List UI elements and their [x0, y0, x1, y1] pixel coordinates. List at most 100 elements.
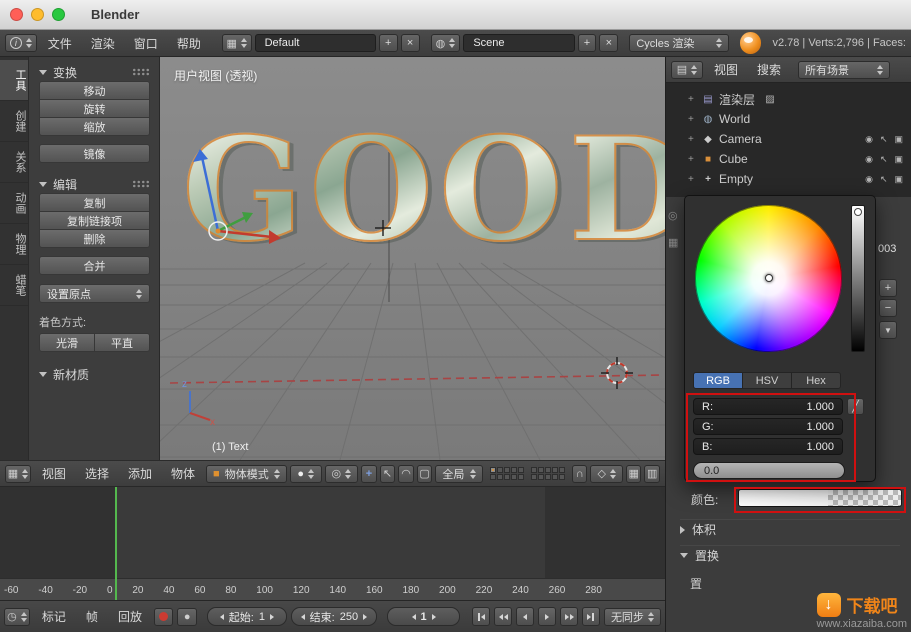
pin-icon[interactable]: ◎: [668, 209, 678, 222]
sync-mode-select[interactable]: 无同步: [604, 608, 661, 626]
visibility-eye-icon[interactable]: ◉: [865, 154, 873, 165]
shelf-tab-physics[interactable]: 物理: [0, 224, 28, 265]
color-field[interactable]: [738, 489, 902, 507]
layout-browse-button[interactable]: ▦: [222, 34, 252, 52]
snap-magnet-button[interactable]: ∩: [572, 465, 588, 483]
slider-blue[interactable]: B: 1.000: [693, 438, 843, 455]
orientation-select[interactable]: 全局: [435, 465, 483, 483]
mirror-button[interactable]: 镜像: [39, 144, 150, 163]
menubar-item-render[interactable]: 渲染: [83, 35, 123, 52]
play-reverse-button[interactable]: [516, 607, 534, 626]
menu-select[interactable]: 选择: [77, 465, 117, 482]
expand-icon[interactable]: +: [688, 174, 697, 185]
manipulator-rotate-button[interactable]: ◠: [398, 465, 414, 483]
record-button[interactable]: [154, 608, 174, 626]
wheel-value-slider[interactable]: 0.0: [693, 462, 845, 479]
manipulator-scale-button[interactable]: ▢: [417, 465, 433, 483]
shelf-tab-create[interactable]: 创建: [0, 101, 28, 142]
layout-name-field[interactable]: Default: [255, 34, 376, 52]
text-object-good[interactable]: GOOD: [182, 119, 665, 261]
editor-type-button-info[interactable]: i: [5, 34, 37, 52]
mode-select[interactable]: ■ 物体模式: [206, 465, 287, 483]
material-slot-remove-button[interactable]: −: [879, 299, 897, 317]
renderability-camera-icon[interactable]: ▣: [894, 134, 903, 145]
layers-widget[interactable]: [490, 467, 565, 480]
scene-delete-button[interactable]: ×: [599, 34, 618, 52]
duplicate-button[interactable]: 复制: [39, 193, 150, 212]
expand-icon[interactable]: +: [688, 154, 697, 165]
shelf-tab-tools[interactable]: 工具: [0, 60, 28, 101]
menu-marker[interactable]: 标记: [34, 608, 74, 625]
menu-view[interactable]: 视图: [34, 465, 74, 482]
outliner-row-cube[interactable]: + ■ Cube ◉ ↖ ▣: [666, 149, 911, 169]
expand-icon[interactable]: +: [688, 94, 697, 105]
frame-end-field[interactable]: 结束: 250: [291, 607, 377, 626]
render-opengl-anim-button[interactable]: ▥: [644, 465, 660, 483]
tab-hex[interactable]: Hex: [791, 372, 841, 389]
panel-header-volume[interactable]: 体积: [680, 519, 900, 539]
value-slider-handle[interactable]: [854, 208, 862, 216]
shade-smooth-button[interactable]: 光滑: [39, 333, 95, 352]
tab-rgb[interactable]: RGB: [693, 372, 743, 389]
prev-keyframe-button[interactable]: [494, 607, 512, 626]
panel-header-transform[interactable]: 变换: [39, 63, 150, 81]
scale-button[interactable]: 缩放: [39, 117, 150, 136]
move-button[interactable]: 移动: [39, 81, 150, 100]
eyedropper-button[interactable]: ╱: [847, 398, 864, 415]
set-origin-menu[interactable]: 设置原点: [39, 284, 150, 303]
timeline[interactable]: -60-40 -200 2040 6080 100120 140160 1802…: [0, 487, 665, 600]
outliner-row-renderlayers[interactable]: + ▤ 渲染层 ▨: [666, 89, 911, 109]
manipulator-cursor-button[interactable]: ↖: [380, 465, 396, 483]
expand-icon[interactable]: +: [688, 114, 697, 125]
menu-outliner-search[interactable]: 搜索: [749, 61, 789, 78]
layout-delete-button[interactable]: ×: [401, 34, 420, 52]
scene-add-button[interactable]: +: [578, 34, 597, 52]
tab-hsv[interactable]: HSV: [742, 372, 792, 389]
slider-red[interactable]: R: 1.000: [693, 398, 843, 415]
timeline-ruler[interactable]: -60-40 -200 2040 6080 100120 140160 1802…: [0, 578, 665, 600]
frame-start-field[interactable]: 起始: 1: [207, 607, 287, 626]
outliner-row-empty[interactable]: + + Empty ◉ ↖ ▣: [666, 169, 911, 189]
viewport-3d[interactable]: GOOD 用户视图 (透视) z x (1) Text: [160, 57, 665, 460]
keying-set-button[interactable]: ●: [177, 608, 197, 626]
panel-icon[interactable]: ▦: [668, 236, 678, 249]
jump-to-end-button[interactable]: [582, 607, 600, 626]
panel-header-new-material[interactable]: 新材质: [39, 365, 150, 383]
editor-type-button-timeline[interactable]: ◷: [4, 608, 30, 626]
value-slider[interactable]: [851, 205, 865, 352]
menubar-item-file[interactable]: 文件: [40, 35, 80, 52]
scene-browse-button[interactable]: ◍: [431, 34, 461, 52]
shelf-tab-animation[interactable]: 动画: [0, 183, 28, 224]
menubar-item-help[interactable]: 帮助: [169, 35, 209, 52]
color-wheel-handle[interactable]: [765, 274, 773, 282]
current-frame-field[interactable]: 1: [387, 607, 460, 626]
jump-to-start-button[interactable]: [472, 607, 490, 626]
join-button[interactable]: 合并: [39, 256, 150, 275]
panel-header-displacement[interactable]: 置换: [680, 545, 900, 565]
panel-header-edit[interactable]: 编辑: [39, 175, 150, 193]
outliner-row-world[interactable]: + ◍ World: [666, 109, 911, 129]
menubar-item-window[interactable]: 窗口: [126, 35, 166, 52]
visibility-eye-icon[interactable]: ◉: [865, 174, 873, 185]
renderability-camera-icon[interactable]: ▣: [894, 174, 903, 185]
selectability-cursor-icon[interactable]: ↖: [880, 154, 888, 165]
material-slot-add-button[interactable]: +: [879, 279, 897, 297]
render-opengl-button[interactable]: ▦: [626, 465, 642, 483]
slider-green[interactable]: G: 1.000: [693, 418, 843, 435]
delete-button[interactable]: 删除: [39, 229, 150, 248]
color-wheel[interactable]: [695, 205, 842, 352]
snap-element-select[interactable]: ◇: [590, 465, 622, 483]
menu-frame[interactable]: 帧: [78, 608, 106, 625]
rotate-button[interactable]: 旋转: [39, 99, 150, 118]
outliner-row-camera[interactable]: + ◆ Camera ◉ ↖ ▣: [666, 129, 911, 149]
scene-name-field[interactable]: Scene: [463, 34, 574, 52]
material-specials-button[interactable]: ▼: [879, 321, 897, 339]
editor-type-button-3dview[interactable]: ▦: [5, 465, 31, 483]
shelf-tab-grease[interactable]: 蜡笔: [0, 265, 28, 306]
shade-flat-button[interactable]: 平直: [94, 333, 150, 352]
play-button[interactable]: [538, 607, 556, 626]
layout-add-button[interactable]: +: [379, 34, 398, 52]
outliner-scope-select[interactable]: 所有场景: [798, 61, 890, 79]
selectability-cursor-icon[interactable]: ↖: [880, 134, 888, 145]
next-keyframe-button[interactable]: [560, 607, 578, 626]
